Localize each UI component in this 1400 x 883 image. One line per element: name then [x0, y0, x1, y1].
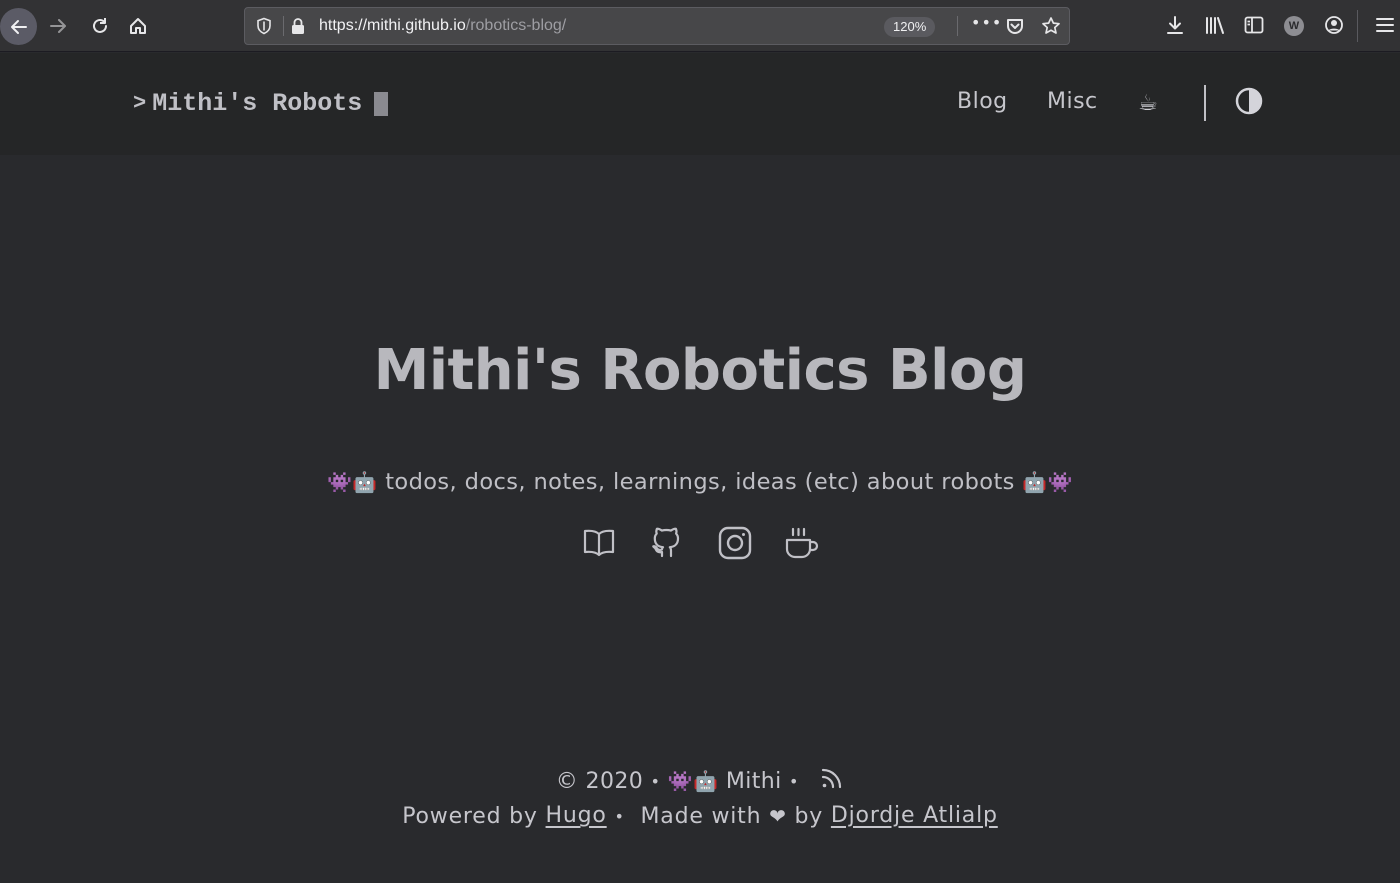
forward-button[interactable]	[44, 12, 72, 40]
url-text[interactable]: https://mithi.github.io/robotics-blog/	[319, 17, 566, 35]
arrow-right-icon	[50, 19, 66, 33]
footer-author: Mithi	[725, 768, 782, 794]
page-title: Mithi's Robotics Blog	[373, 338, 1027, 403]
heart-icon: ❤	[769, 804, 787, 828]
reload-button[interactable]	[86, 12, 114, 40]
url-path: /robotics-blog/	[465, 17, 567, 34]
footer-bullet-3: •	[614, 806, 625, 826]
hamburger-menu-icon[interactable]	[1374, 14, 1396, 36]
instagram-icon[interactable]	[717, 525, 753, 561]
hero-subtitle: 👾🤖 todos, docs, notes, learnings, ideas …	[0, 469, 1400, 495]
rss-icon[interactable]	[820, 766, 844, 796]
copyright-text: © 2020	[555, 768, 644, 794]
download-icon[interactable]	[1164, 14, 1186, 36]
page-actions-more-button[interactable]: •••	[971, 13, 1002, 32]
subtitle-lead-emoji: 👾🤖	[327, 470, 378, 494]
toolbar-separator	[1357, 10, 1358, 42]
theme-author-link[interactable]: Djordje Atlialp	[831, 803, 998, 828]
home-icon	[130, 18, 146, 34]
logo-text: Mithi's Robots	[152, 89, 363, 118]
subtitle-text: todos, docs, notes, learnings, ideas (et…	[385, 469, 1015, 495]
nav-misc-link[interactable]: Misc	[1047, 89, 1098, 114]
browser-toolbar: https://mithi.github.io/robotics-blog/ 1…	[0, 0, 1400, 52]
footer-credits-line: Powered by Hugo • Made with ❤ by Djordje…	[0, 803, 1400, 829]
github-icon[interactable]	[649, 525, 685, 561]
footer-bullet: •	[650, 771, 661, 791]
nav-divider	[1204, 85, 1206, 121]
home-button[interactable]	[124, 12, 152, 40]
coffee-cup-icon[interactable]	[784, 525, 820, 561]
zoom-badge[interactable]: 120%	[884, 17, 936, 37]
subtitle-trail-emoji: 🤖👾	[1022, 470, 1073, 494]
nav-blog-link[interactable]: Blog	[957, 89, 1008, 114]
nav-coffee-link[interactable]: ☕	[1138, 91, 1158, 116]
address-bar-separator	[283, 16, 284, 36]
account-icon[interactable]	[1323, 14, 1345, 36]
author-emoji: 👾🤖	[667, 769, 719, 793]
tracking-protection-shield-icon[interactable]	[255, 17, 273, 39]
footer-bullet-2: •	[789, 771, 799, 791]
made-with-text: Made with	[640, 803, 762, 829]
bookmark-star-icon[interactable]	[1041, 16, 1061, 40]
site-logo-link[interactable]: > Mithi's Robots	[133, 89, 389, 118]
arrow-left-icon	[10, 19, 27, 34]
powered-by-text: Powered by	[402, 803, 538, 829]
sidebar-icon[interactable]	[1243, 14, 1265, 36]
theme-toggle-icon[interactable]	[1235, 87, 1263, 115]
reload-icon	[93, 18, 107, 33]
address-bar-separator-2	[957, 16, 958, 36]
extension-w-icon[interactable]: W	[1284, 16, 1304, 36]
address-bar[interactable]: https://mithi.github.io/robotics-blog/ 1…	[244, 7, 1070, 45]
footer-copyright-line: © 2020 • 👾🤖 Mithi •	[0, 766, 1400, 796]
site-header: > Mithi's Robots Blog Misc ☕	[0, 53, 1400, 155]
back-button[interactable]	[0, 8, 37, 45]
library-icon[interactable]	[1204, 14, 1226, 36]
book-icon[interactable]	[581, 525, 617, 561]
pocket-icon[interactable]	[1005, 16, 1025, 40]
url-host: https://mithi.github.io	[319, 17, 466, 34]
lock-icon[interactable]	[290, 17, 306, 39]
logo-cursor	[374, 91, 389, 116]
by-text: by	[794, 803, 824, 829]
hugo-link[interactable]: Hugo	[546, 803, 607, 828]
logo-prompt: >	[133, 91, 147, 116]
